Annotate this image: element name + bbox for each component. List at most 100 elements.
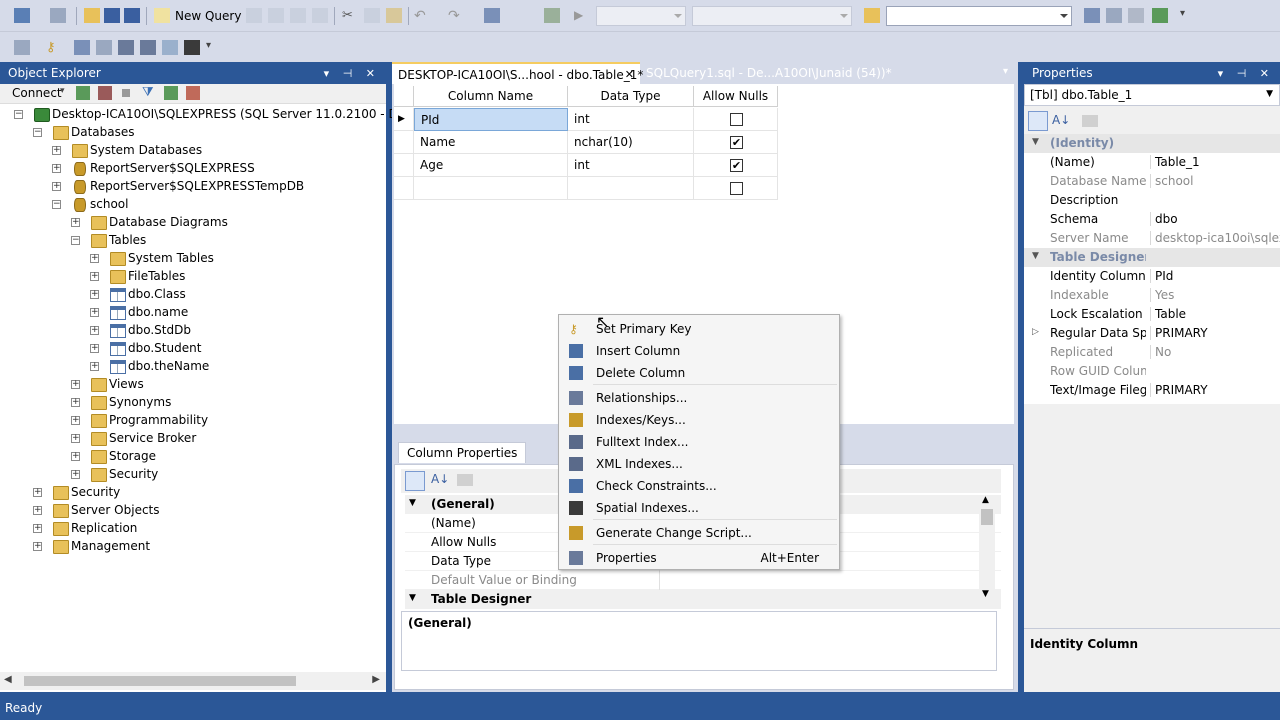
object-selector-dropdown[interactable]: [Tbl] dbo.Table_1 ▼ bbox=[1024, 84, 1280, 106]
checked-checkbox[interactable]: ✔ bbox=[730, 159, 743, 172]
collapse-icon[interactable]: ▼ bbox=[1032, 251, 1039, 261]
toolbar-options-icon[interactable]: ▾ bbox=[206, 40, 222, 55]
panel-controls[interactable]: ▾ ⊣ ✕ bbox=[1218, 67, 1274, 80]
collapse-icon[interactable]: − bbox=[14, 110, 23, 119]
properties-window-icon[interactable] bbox=[1106, 8, 1122, 23]
column-name-cell[interactable]: PId bbox=[414, 108, 568, 131]
new-query-button[interactable]: New Query bbox=[175, 9, 241, 23]
row-selector[interactable] bbox=[394, 131, 414, 154]
connect-button[interactable]: Connect bbox=[12, 86, 62, 100]
activity-monitor-icon[interactable] bbox=[186, 86, 200, 100]
property-value[interactable]: PRIMARY bbox=[1150, 383, 1280, 397]
expand-icon[interactable]: + bbox=[90, 272, 99, 281]
property-value[interactable]: PRIMARY bbox=[1150, 326, 1280, 340]
scrollbar-thumb[interactable] bbox=[981, 509, 993, 525]
new-query-icon[interactable] bbox=[154, 8, 170, 23]
expand-icon[interactable]: + bbox=[52, 146, 61, 155]
insert-column-item[interactable]: Insert Column bbox=[561, 340, 837, 362]
column-name-cell[interactable] bbox=[414, 177, 568, 200]
checked-checkbox[interactable]: ✔ bbox=[730, 136, 743, 149]
expand-icon[interactable]: + bbox=[33, 542, 42, 551]
properties-item[interactable]: Properties Alt+Enter bbox=[561, 547, 837, 569]
copy-icon[interactable] bbox=[364, 8, 380, 23]
allow-nulls-cell[interactable]: ✔ bbox=[694, 131, 778, 154]
unchecked-checkbox[interactable] bbox=[730, 113, 743, 126]
property-value[interactable]: Table bbox=[1150, 307, 1280, 321]
relationships-item[interactable]: Relationships... bbox=[561, 387, 837, 409]
scroll-up-icon[interactable]: ▲ bbox=[982, 495, 989, 505]
table-row[interactable]: ▶ PId int bbox=[394, 108, 778, 131]
scroll-right-icon[interactable]: ▶ bbox=[372, 674, 380, 685]
expand-icon[interactable]: + bbox=[71, 416, 80, 425]
xml-indexes-item[interactable]: XML Indexes... bbox=[561, 453, 837, 475]
find-in-files-icon[interactable] bbox=[864, 8, 880, 23]
toolbar-options-icon[interactable]: ▾ bbox=[1180, 8, 1196, 23]
data-type-cell[interactable]: int bbox=[568, 108, 694, 131]
db-query-icon[interactable] bbox=[246, 8, 262, 23]
table-row[interactable] bbox=[394, 177, 778, 200]
toolbox-icon[interactable] bbox=[1128, 8, 1144, 23]
expand-icon[interactable]: + bbox=[90, 326, 99, 335]
column-header-name[interactable]: Column Name bbox=[414, 86, 568, 107]
tab-table-designer[interactable]: DESKTOP-ICA10OI\S...hool - dbo.Table_1* … bbox=[392, 62, 643, 84]
property-row[interactable]: ▷ Regular Data Spac PRIMARY bbox=[1024, 324, 1280, 343]
property-row[interactable]: Default Value or Binding bbox=[405, 571, 1001, 590]
collapse-icon[interactable]: ▼ bbox=[409, 498, 416, 508]
fulltext-index-icon[interactable] bbox=[118, 40, 134, 55]
spatial-indexes-icon[interactable] bbox=[184, 40, 200, 55]
column-header-nulls[interactable]: Allow Nulls bbox=[694, 86, 778, 107]
data-type-cell[interactable] bbox=[568, 177, 694, 200]
property-category[interactable]: ▼ Table Designer bbox=[1024, 248, 1280, 267]
navigate-icon[interactable] bbox=[484, 8, 500, 23]
allow-nulls-cell[interactable]: ✔ bbox=[694, 154, 778, 177]
generate-script-icon[interactable] bbox=[14, 40, 30, 55]
row-selector[interactable]: ▶ bbox=[394, 108, 414, 131]
property-value[interactable]: dbo bbox=[1150, 212, 1280, 226]
tab-list-icon[interactable]: ▾ bbox=[1003, 66, 1008, 77]
expand-icon[interactable]: + bbox=[52, 182, 61, 191]
expand-icon[interactable]: + bbox=[71, 452, 80, 461]
new-project-icon[interactable] bbox=[14, 8, 30, 23]
alphabetical-icon[interactable]: A↓ bbox=[431, 472, 449, 486]
generate-change-script-item[interactable]: Generate Change Script... bbox=[561, 522, 837, 544]
close-tab-icon[interactable]: ✕ bbox=[625, 68, 634, 81]
table-row[interactable]: Age int ✔ bbox=[394, 154, 778, 177]
horizontal-scrollbar[interactable]: ◀ ▶ bbox=[0, 672, 386, 690]
row-selector[interactable] bbox=[394, 154, 414, 177]
property-category[interactable]: ▼ (Identity) bbox=[1024, 134, 1280, 153]
cut-icon[interactable]: ✂ bbox=[342, 8, 358, 23]
column-header-type[interactable]: Data Type bbox=[568, 86, 694, 107]
spatial-indexes-item[interactable]: Spatial Indexes... bbox=[561, 497, 837, 519]
expand-icon[interactable]: + bbox=[90, 344, 99, 353]
paste-icon[interactable] bbox=[386, 8, 402, 23]
expand-icon[interactable]: + bbox=[71, 398, 80, 407]
xml-indexes-icon[interactable] bbox=[140, 40, 156, 55]
property-row[interactable]: Description bbox=[1024, 191, 1280, 210]
expand-icon[interactable]: + bbox=[33, 488, 42, 497]
relationships-icon[interactable] bbox=[74, 40, 90, 55]
property-value[interactable]: desktop-ica10oi\sqlexpr bbox=[1150, 231, 1280, 245]
fulltext-index-item[interactable]: Fulltext Index... bbox=[561, 431, 837, 453]
connect-dropdown-icon[interactable]: ▾ bbox=[60, 86, 65, 96]
collapse-icon[interactable]: ▼ bbox=[409, 593, 416, 603]
property-value[interactable]: school bbox=[1150, 174, 1280, 188]
delete-column-item[interactable]: Delete Column bbox=[561, 362, 837, 384]
property-row[interactable]: Database Name school bbox=[1024, 172, 1280, 191]
indexes-keys-item[interactable]: Indexes/Keys... bbox=[561, 409, 837, 431]
connect-object-icon[interactable] bbox=[76, 86, 90, 100]
expand-icon[interactable]: + bbox=[90, 362, 99, 371]
property-value[interactable]: PId bbox=[1150, 269, 1280, 283]
collapse-icon[interactable]: − bbox=[33, 128, 42, 137]
expand-icon[interactable]: + bbox=[52, 164, 61, 173]
solution-explorer-icon[interactable] bbox=[1084, 8, 1100, 23]
filter-icon[interactable]: ⧩ bbox=[142, 85, 154, 100]
chevron-down-icon[interactable]: ▼ bbox=[1266, 89, 1273, 99]
check-constraints-icon[interactable] bbox=[162, 40, 178, 55]
set-primary-key-icon[interactable]: ⚷ bbox=[46, 40, 62, 55]
expand-icon[interactable]: + bbox=[71, 470, 80, 479]
disconnect-icon[interactable] bbox=[98, 86, 112, 100]
open-file-icon[interactable] bbox=[84, 8, 100, 23]
undo-icon[interactable]: ↶ bbox=[414, 8, 430, 24]
start-debug-icon[interactable]: ▶ bbox=[574, 8, 590, 23]
property-row[interactable]: Lock Escalation Table bbox=[1024, 305, 1280, 324]
